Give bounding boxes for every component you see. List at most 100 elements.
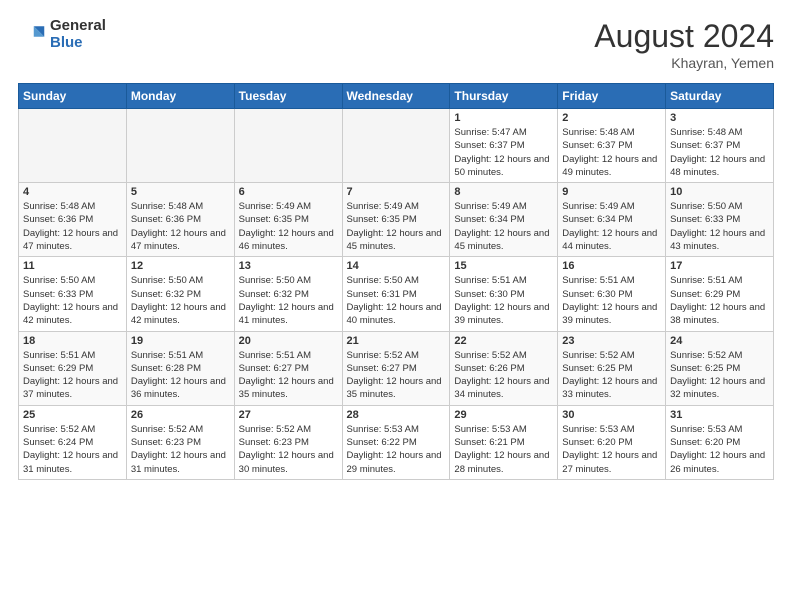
day-info: Sunrise: 5:48 AMSunset: 6:36 PMDaylight:… [131,200,230,253]
header: General Blue August 2024 Khayran, Yemen [18,18,774,71]
day-info: Sunrise: 5:53 AMSunset: 6:20 PMDaylight:… [670,423,769,476]
calendar-cell-22: 22 Sunrise: 5:52 AMSunset: 6:26 PMDayligh… [450,331,558,405]
day-info: Sunrise: 5:51 AMSunset: 6:29 PMDaylight:… [23,349,122,402]
calendar-cell-20: 20 Sunrise: 5:51 AMSunset: 6:27 PMDayligh… [234,331,342,405]
day-info: Sunrise: 5:49 AMSunset: 6:34 PMDaylight:… [562,200,661,253]
day-info: Sunrise: 5:52 AMSunset: 6:27 PMDaylight:… [347,349,446,402]
day-number: 10 [670,186,769,198]
day-number: 28 [347,409,446,421]
calendar-week-3: 11 Sunrise: 5:50 AMSunset: 6:33 PMDayligh… [19,257,774,331]
calendar-cell-26: 26 Sunrise: 5:52 AMSunset: 6:23 PMDayligh… [126,405,234,479]
calendar-cell-12: 12 Sunrise: 5:50 AMSunset: 6:32 PMDayligh… [126,257,234,331]
logo-general-text: General [50,18,106,35]
day-info: Sunrise: 5:52 AMSunset: 6:23 PMDaylight:… [239,423,338,476]
day-info: Sunrise: 5:49 AMSunset: 6:34 PMDaylight:… [454,200,553,253]
day-info: Sunrise: 5:52 AMSunset: 6:26 PMDaylight:… [454,349,553,402]
title-block: August 2024 Khayran, Yemen [594,18,774,71]
day-number: 22 [454,335,553,347]
day-info: Sunrise: 5:53 AMSunset: 6:20 PMDaylight:… [562,423,661,476]
day-info: Sunrise: 5:49 AMSunset: 6:35 PMDaylight:… [347,200,446,253]
day-info: Sunrise: 5:51 AMSunset: 6:27 PMDaylight:… [239,349,338,402]
day-number: 19 [131,335,230,347]
day-info: Sunrise: 5:51 AMSunset: 6:28 PMDaylight:… [131,349,230,402]
day-info: Sunrise: 5:48 AMSunset: 6:36 PMDaylight:… [23,200,122,253]
day-number: 18 [23,335,122,347]
calendar-cell-24: 24 Sunrise: 5:52 AMSunset: 6:25 PMDayligh… [666,331,774,405]
day-number: 12 [131,260,230,272]
day-info: Sunrise: 5:52 AMSunset: 6:23 PMDaylight:… [131,423,230,476]
day-number: 29 [454,409,553,421]
col-header-sunday: Sunday [19,84,127,109]
day-number: 13 [239,260,338,272]
day-info: Sunrise: 5:51 AMSunset: 6:29 PMDaylight:… [670,274,769,327]
calendar-cell-9: 9Sunrise: 5:49 AMSunset: 6:34 PMDaylight… [558,183,666,257]
day-number: 3 [670,112,769,124]
calendar-cell-13: 13 Sunrise: 5:50 AMSunset: 6:32 PMDayligh… [234,257,342,331]
logo: General Blue [18,18,106,51]
calendar-cell-2: 2Sunrise: 5:48 AMSunset: 6:37 PMDaylight… [558,109,666,183]
day-info: Sunrise: 5:50 AMSunset: 6:32 PMDaylight:… [239,274,338,327]
day-number: 30 [562,409,661,421]
day-number: 5 [131,186,230,198]
calendar-cell-6: 6 Sunrise: 5:49 AMSunset: 6:35 PMDaylight… [234,183,342,257]
calendar-cell-8: 8Sunrise: 5:49 AMSunset: 6:34 PMDaylight… [450,183,558,257]
day-info: Sunrise: 5:52 AMSunset: 6:25 PMDaylight:… [562,349,661,402]
day-number: 17 [670,260,769,272]
day-info: Sunrise: 5:50 AMSunset: 6:33 PMDaylight:… [23,274,122,327]
logo-icon [18,21,46,49]
day-number: 11 [23,260,122,272]
logo-blue-text: Blue [50,35,106,52]
calendar-cell-15: 15 Sunrise: 5:51 AMSunset: 6:30 PMDayligh… [450,257,558,331]
calendar-cell-empty-2 [234,109,342,183]
month-title: August 2024 [594,18,774,55]
day-info: Sunrise: 5:53 AMSunset: 6:22 PMDaylight:… [347,423,446,476]
day-number: 7 [347,186,446,198]
day-number: 15 [454,260,553,272]
day-info: Sunrise: 5:51 AMSunset: 6:30 PMDaylight:… [454,274,553,327]
day-number: 23 [562,335,661,347]
calendar-cell-empty-1 [126,109,234,183]
day-number: 2 [562,112,661,124]
calendar-cell-31: 31 Sunrise: 5:53 AMSunset: 6:20 PMDayligh… [666,405,774,479]
calendar-cell-17: 17 Sunrise: 5:51 AMSunset: 6:29 PMDayligh… [666,257,774,331]
day-number: 21 [347,335,446,347]
col-header-monday: Monday [126,84,234,109]
col-header-thursday: Thursday [450,84,558,109]
calendar-cell-11: 11 Sunrise: 5:50 AMSunset: 6:33 PMDayligh… [19,257,127,331]
calendar-week-1: 1 Sunrise: 5:47 AMSunset: 6:37 PMDaylight… [19,109,774,183]
day-info: Sunrise: 5:52 AMSunset: 6:24 PMDaylight:… [23,423,122,476]
logo-text: General Blue [50,18,106,51]
day-info: Sunrise: 5:50 AMSunset: 6:33 PMDaylight:… [670,200,769,253]
day-number: 1 [454,112,553,124]
calendar-table: SundayMondayTuesdayWednesdayThursdayFrid… [18,83,774,480]
calendar-cell-29: 29Sunrise: 5:53 AMSunset: 6:21 PMDayligh… [450,405,558,479]
day-info: Sunrise: 5:51 AMSunset: 6:30 PMDaylight:… [562,274,661,327]
calendar-cell-empty-0 [19,109,127,183]
day-number: 26 [131,409,230,421]
calendar-cell-19: 19 Sunrise: 5:51 AMSunset: 6:28 PMDayligh… [126,331,234,405]
day-number: 6 [239,186,338,198]
day-info: Sunrise: 5:52 AMSunset: 6:25 PMDaylight:… [670,349,769,402]
col-header-tuesday: Tuesday [234,84,342,109]
col-header-saturday: Saturday [666,84,774,109]
day-info: Sunrise: 5:50 AMSunset: 6:31 PMDaylight:… [347,274,446,327]
day-number: 24 [670,335,769,347]
day-number: 31 [670,409,769,421]
day-info: Sunrise: 5:47 AMSunset: 6:37 PMDaylight:… [454,126,553,179]
day-info: Sunrise: 5:49 AMSunset: 6:35 PMDaylight:… [239,200,338,253]
day-info: Sunrise: 5:50 AMSunset: 6:32 PMDaylight:… [131,274,230,327]
calendar-week-5: 25 Sunrise: 5:52 AMSunset: 6:24 PMDayligh… [19,405,774,479]
col-header-friday: Friday [558,84,666,109]
calendar-cell-3: 3Sunrise: 5:48 AMSunset: 6:37 PMDaylight… [666,109,774,183]
calendar-cell-18: 18 Sunrise: 5:51 AMSunset: 6:29 PMDayligh… [19,331,127,405]
day-number: 20 [239,335,338,347]
calendar-cell-28: 28 Sunrise: 5:53 AMSunset: 6:22 PMDayligh… [342,405,450,479]
calendar-cell-4: 4Sunrise: 5:48 AMSunset: 6:36 PMDaylight… [19,183,127,257]
day-number: 14 [347,260,446,272]
day-number: 16 [562,260,661,272]
calendar-header-row: SundayMondayTuesdayWednesdayThursdayFrid… [19,84,774,109]
calendar-cell-23: 23 Sunrise: 5:52 AMSunset: 6:25 PMDayligh… [558,331,666,405]
calendar-week-2: 4Sunrise: 5:48 AMSunset: 6:36 PMDaylight… [19,183,774,257]
day-number: 25 [23,409,122,421]
calendar-week-4: 18 Sunrise: 5:51 AMSunset: 6:29 PMDayligh… [19,331,774,405]
